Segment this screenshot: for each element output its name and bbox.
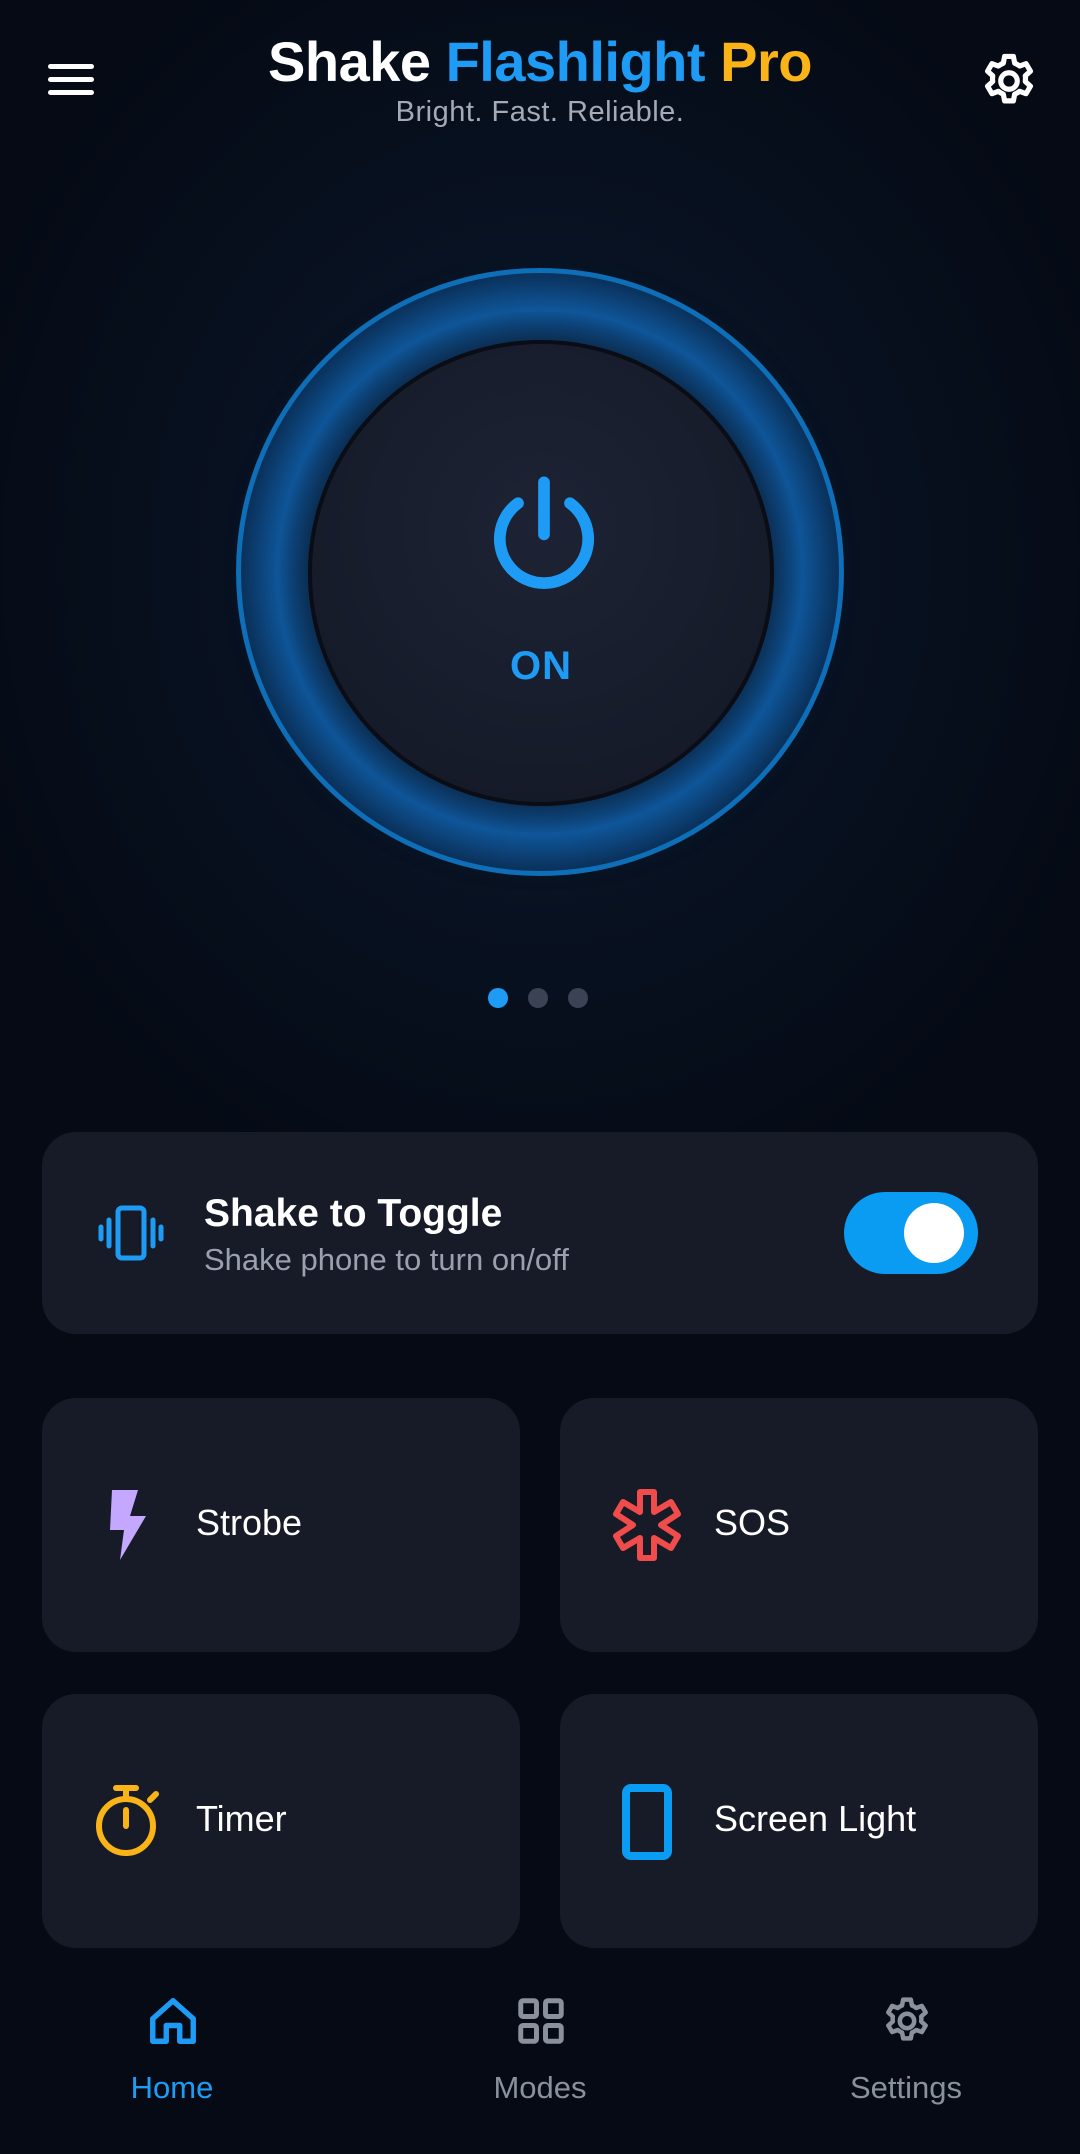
app-title-shake: Shake bbox=[268, 30, 431, 93]
app-screen: Shake Flashlight Pro Bright. Fast. Relia… bbox=[0, 0, 1080, 2154]
page-indicator bbox=[488, 988, 598, 1010]
shake-toggle-switch[interactable] bbox=[844, 1192, 978, 1274]
mode-label: Strobe bbox=[196, 1502, 303, 1543]
mode-label: Timer bbox=[196, 1798, 287, 1839]
mode-label: Screen Light bbox=[714, 1798, 917, 1839]
power-state-label: ON bbox=[510, 644, 572, 688]
app-title: Shake Flashlight Pro bbox=[0, 30, 1080, 94]
lightning-bolt-icon bbox=[90, 1486, 168, 1564]
mode-tile-strobe[interactable]: Strobe bbox=[42, 1398, 520, 1652]
app-title-pro: Pro bbox=[720, 30, 812, 93]
phone-screen-icon bbox=[608, 1782, 686, 1860]
mode-label: SOS bbox=[714, 1502, 791, 1543]
nav-item-settings[interactable]: Settings bbox=[786, 1994, 1026, 2124]
shake-toggle-subtitle: Shake phone to turn on/off bbox=[204, 1242, 569, 1277]
power-icon bbox=[479, 472, 609, 602]
toggle-knob bbox=[904, 1203, 964, 1263]
mode-tile-sos[interactable]: SOS bbox=[560, 1398, 1038, 1652]
page-dot-3[interactable] bbox=[568, 988, 588, 1008]
mode-tile-timer[interactable]: Timer bbox=[42, 1694, 520, 1948]
power-button[interactable]: ON bbox=[308, 340, 774, 806]
bottom-navigation: Home Modes Settings bbox=[0, 1976, 1080, 2154]
shake-toggle-card: Shake to Toggle Shake phone to turn on/o… bbox=[42, 1132, 1038, 1334]
nav-label: Home bbox=[130, 2070, 214, 2105]
app-title-flashlight: Flashlight bbox=[445, 30, 706, 93]
gear-icon bbox=[880, 1994, 934, 2048]
home-icon bbox=[146, 1994, 200, 2048]
gear-icon[interactable] bbox=[978, 50, 1040, 112]
mode-tile-screen-light[interactable]: Screen Light bbox=[560, 1694, 1038, 1948]
app-header: Shake Flashlight Pro Bright. Fast. Relia… bbox=[0, 0, 1080, 150]
nav-item-modes[interactable]: Modes bbox=[420, 1994, 660, 2124]
page-dot-1[interactable] bbox=[488, 988, 508, 1008]
nav-label: Settings bbox=[849, 2070, 962, 2105]
nav-label: Modes bbox=[493, 2070, 587, 2105]
vibrate-phone-icon bbox=[98, 1202, 164, 1264]
medical-asterisk-icon bbox=[608, 1486, 686, 1564]
grid-icon bbox=[514, 1994, 568, 2048]
nav-item-home[interactable]: Home bbox=[52, 1994, 292, 2124]
stopwatch-icon bbox=[90, 1782, 168, 1860]
page-dot-2[interactable] bbox=[528, 988, 548, 1008]
shake-toggle-title: Shake to Toggle bbox=[204, 1192, 503, 1235]
app-subtitle: Bright. Fast. Reliable. bbox=[395, 96, 685, 128]
